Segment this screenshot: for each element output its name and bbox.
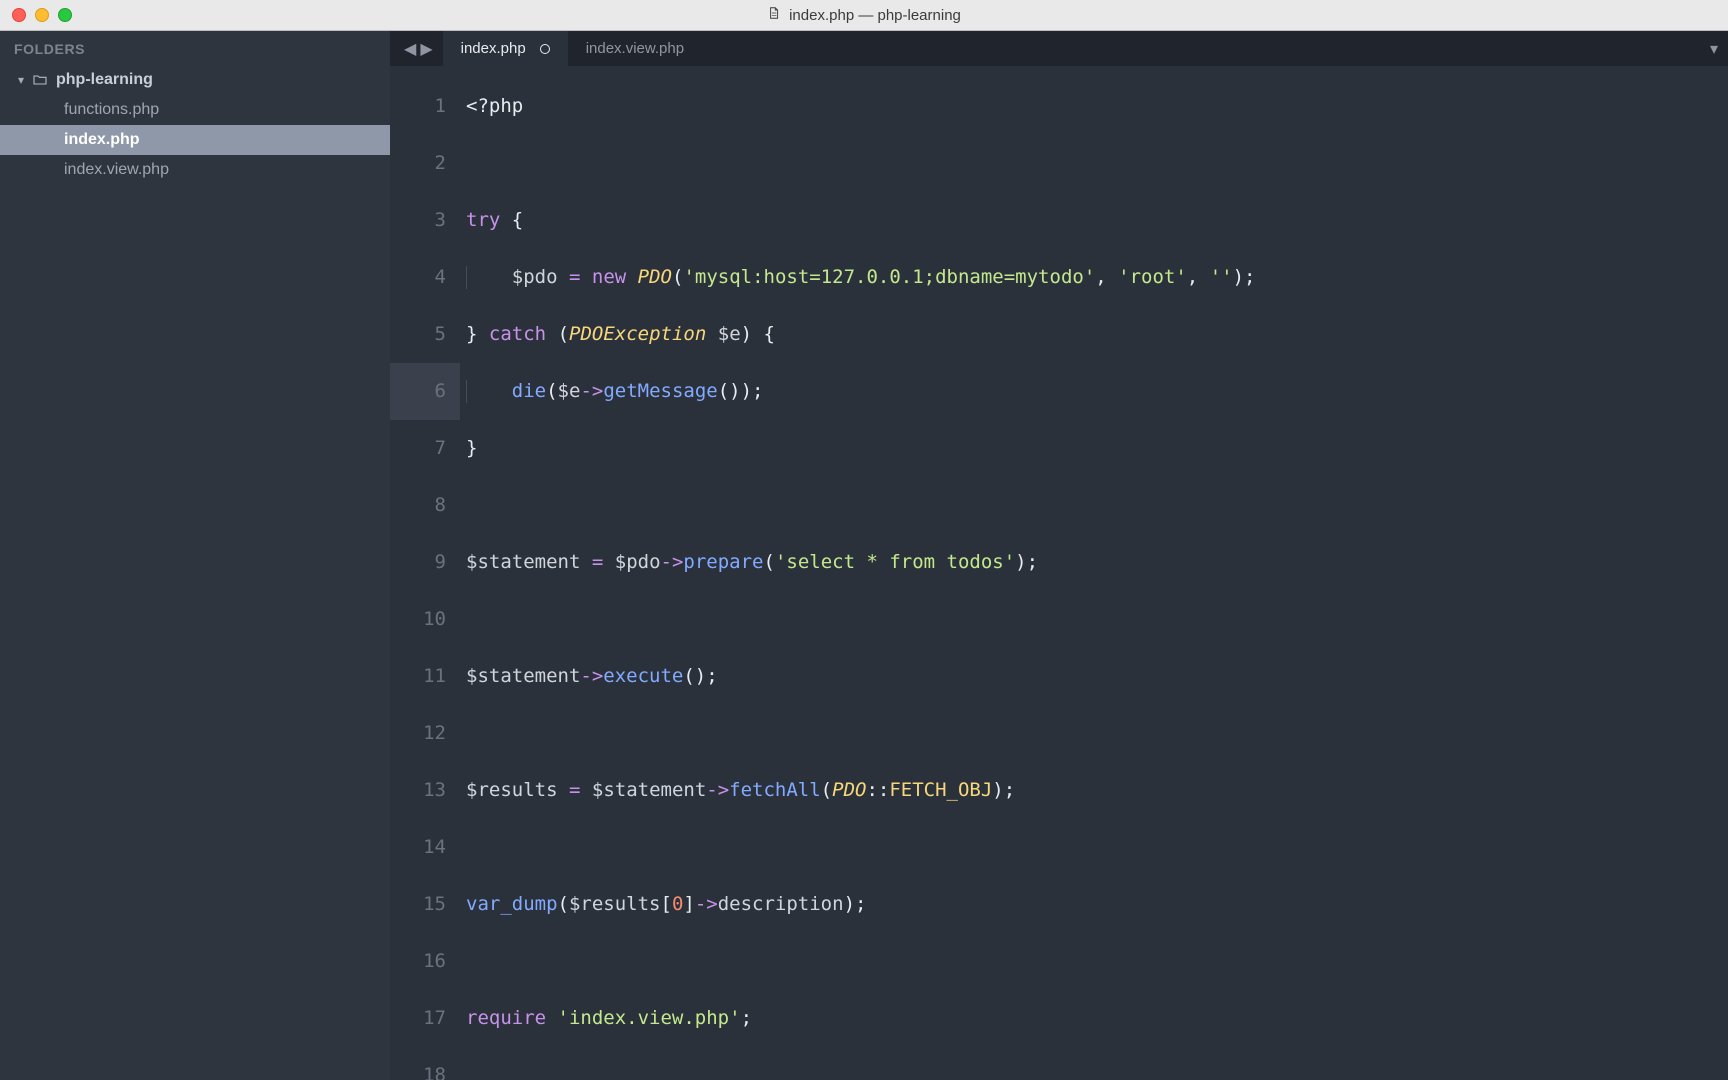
code-row[interactable]: 12 — [390, 705, 1728, 762]
line-number: 9 — [390, 534, 460, 591]
titlebar: index.php — php-learning — [0, 0, 1728, 31]
code-row[interactable]: 11$statement->execute(); — [390, 648, 1728, 705]
line-number: 13 — [390, 762, 460, 819]
tab[interactable]: index.view.php — [568, 31, 702, 66]
line-number: 8 — [390, 477, 460, 534]
code-line: var_dump($results[0]->description); — [460, 893, 1728, 916]
folder-icon — [32, 72, 48, 88]
code-line: try { — [460, 209, 1728, 232]
code-row[interactable]: 17require 'index.view.php'; — [390, 990, 1728, 1047]
code-row[interactable]: 3try { — [390, 192, 1728, 249]
code-line: die($e->getMessage()); — [460, 380, 1728, 403]
sidebar: FOLDERS ▾ php-learning functions.php inde… — [0, 31, 390, 1080]
tab-nav-back-icon[interactable]: ◀ — [404, 39, 416, 59]
code-line: require 'index.view.php'; — [460, 1007, 1728, 1030]
code-row[interactable]: 18 — [390, 1047, 1728, 1080]
code-line: } catch (PDOException $e) { — [460, 323, 1728, 346]
sidebar-file-label: functions.php — [64, 101, 159, 119]
code-row[interactable]: 1<?php — [390, 78, 1728, 135]
zoom-window-button[interactable] — [58, 8, 72, 22]
chevron-down-icon: ▾ — [14, 73, 28, 87]
tab-label: index.php — [461, 40, 526, 57]
sidebar-file-label: index.view.php — [64, 161, 169, 179]
tab-nav-forward-icon[interactable]: ▶ — [420, 39, 432, 59]
code-line: <?php — [460, 95, 1728, 118]
code-row[interactable]: 15var_dump($results[0]->description); — [390, 876, 1728, 933]
window-title-text: index.php — php-learning — [789, 7, 961, 24]
line-number: 10 — [390, 591, 460, 648]
code-row[interactable]: 10 — [390, 591, 1728, 648]
line-number: 3 — [390, 192, 460, 249]
line-number: 15 — [390, 876, 460, 933]
window-controls — [12, 8, 72, 22]
code-row[interactable]: 9$statement = $pdo->prepare('select * fr… — [390, 534, 1728, 591]
tab[interactable]: index.php — [443, 31, 568, 66]
code-line: $results = $statement->fetchAll(PDO::FET… — [460, 779, 1728, 802]
code-row[interactable]: 2 — [390, 135, 1728, 192]
code-row[interactable]: 14 — [390, 819, 1728, 876]
line-number: 12 — [390, 705, 460, 762]
code-row[interactable]: 13$results = $statement->fetchAll(PDO::F… — [390, 762, 1728, 819]
line-number: 17 — [390, 990, 460, 1047]
sidebar-header: FOLDERS — [0, 31, 390, 65]
minimize-window-button[interactable] — [35, 8, 49, 22]
line-number: 11 — [390, 648, 460, 705]
code-line: $pdo = new PDO('mysql:host=127.0.0.1;dbn… — [460, 266, 1728, 289]
file-tree: ▾ php-learning functions.php index.php ind… — [0, 65, 390, 185]
sidebar-file[interactable]: index.view.php — [0, 155, 390, 185]
code-line: $statement = $pdo->prepare('select * fro… — [460, 551, 1728, 574]
line-number: 18 — [390, 1047, 460, 1080]
file-icon — [767, 4, 781, 26]
line-number: 14 — [390, 819, 460, 876]
close-window-button[interactable] — [12, 8, 26, 22]
sidebar-file-label: index.php — [64, 131, 140, 149]
code-row[interactable]: 8 — [390, 477, 1728, 534]
tab-bar: ◀ ▶ index.php index.view.php ▾ — [390, 31, 1728, 66]
indent-guide — [466, 266, 467, 289]
code-line: $statement->execute(); — [460, 665, 1728, 688]
line-number: 7 — [390, 420, 460, 477]
line-number: 5 — [390, 306, 460, 363]
line-number: 16 — [390, 933, 460, 990]
code-row[interactable]: 16 — [390, 933, 1728, 990]
line-number: 4 — [390, 249, 460, 306]
code-row[interactable]: 5} catch (PDOException $e) { — [390, 306, 1728, 363]
sidebar-file[interactable]: functions.php — [0, 95, 390, 125]
line-number: 1 — [390, 78, 460, 135]
line-number: 2 — [390, 135, 460, 192]
project-folder[interactable]: ▾ php-learning — [0, 65, 390, 95]
tabs-overflow-icon[interactable]: ▾ — [1710, 31, 1718, 66]
line-number: 6 — [390, 363, 460, 420]
window-title: index.php — php-learning — [767, 4, 961, 26]
code-row[interactable]: 6 die($e->getMessage()); — [390, 363, 1728, 420]
indent-guide — [466, 380, 467, 403]
code-area[interactable]: 1<?php23try {4 $pdo = new PDO('mysql:hos… — [390, 66, 1728, 1080]
tab-nav: ◀ ▶ — [390, 31, 443, 66]
project-folder-label: php-learning — [56, 71, 153, 89]
dirty-indicator-icon — [540, 44, 550, 54]
editor: ◀ ▶ index.php index.view.php ▾ 1<?php23tr… — [390, 31, 1728, 1080]
code-row[interactable]: 7} — [390, 420, 1728, 477]
code-line: } — [460, 437, 1728, 460]
code-row[interactable]: 4 $pdo = new PDO('mysql:host=127.0.0.1;d… — [390, 249, 1728, 306]
tab-label: index.view.php — [586, 40, 684, 57]
sidebar-file[interactable]: index.php — [0, 125, 390, 155]
